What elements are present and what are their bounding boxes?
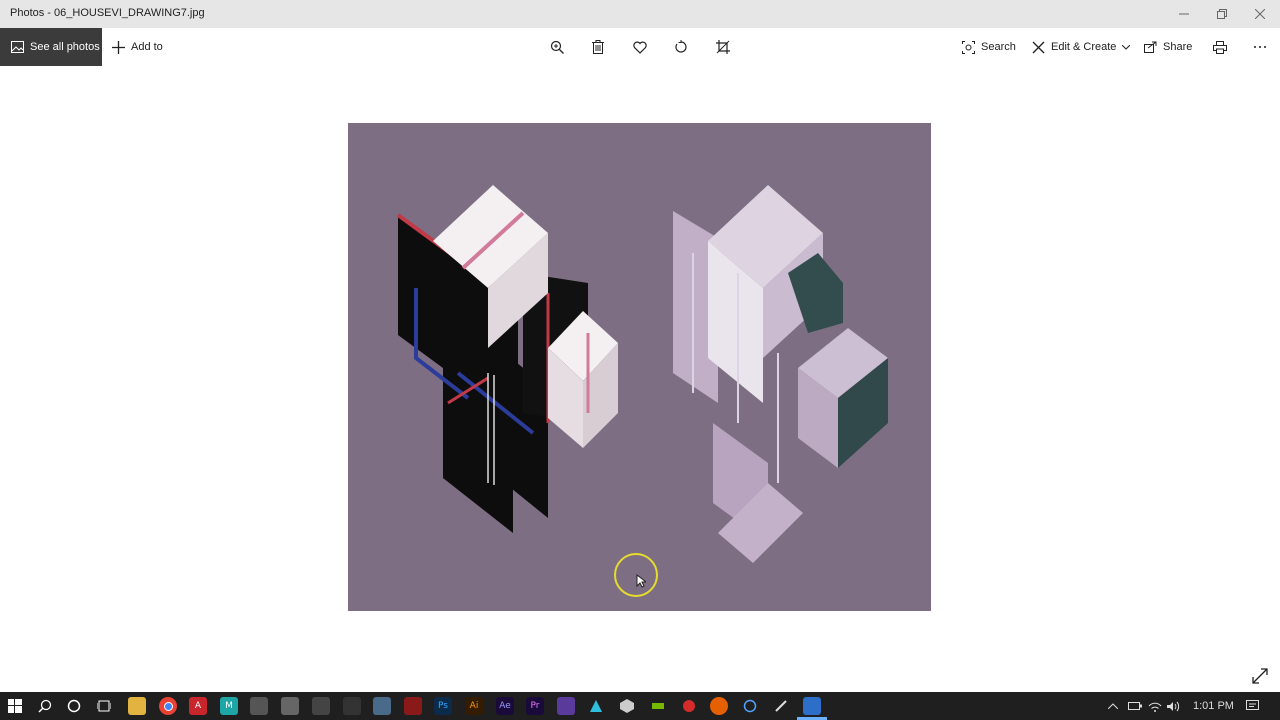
file-explorer-icon[interactable] bbox=[128, 697, 146, 715]
favorite-button[interactable] bbox=[630, 37, 650, 57]
print-button[interactable] bbox=[1210, 37, 1230, 57]
see-all-photos-label: See all photos bbox=[30, 41, 100, 53]
plus-icon bbox=[112, 40, 125, 54]
minimize-button[interactable] bbox=[1165, 0, 1203, 28]
illustrator-icon[interactable]: Ai bbox=[465, 697, 483, 715]
search-icon bbox=[962, 40, 975, 54]
heart-icon bbox=[633, 41, 647, 54]
add-to-button[interactable]: Add to bbox=[112, 28, 163, 66]
photoshop-icon[interactable]: Ps bbox=[434, 697, 452, 715]
photo-image[interactable] bbox=[348, 123, 931, 611]
wifi-icon[interactable] bbox=[1148, 692, 1162, 720]
chevron-down-icon bbox=[1122, 44, 1131, 50]
dark-axonometric-model bbox=[396, 185, 618, 533]
photos-icon bbox=[11, 41, 24, 53]
toolbar: See all photos Add to Search Edit & Crea… bbox=[0, 28, 1280, 66]
after-effects-icon[interactable]: Ae bbox=[496, 697, 514, 715]
acrobat-icon[interactable] bbox=[404, 697, 422, 715]
edit-icon bbox=[1032, 41, 1045, 53]
rotate-button[interactable] bbox=[671, 37, 691, 57]
app-icon[interactable] bbox=[281, 697, 299, 715]
search-icon[interactable] bbox=[36, 697, 54, 715]
crop-icon bbox=[716, 40, 730, 54]
search-button[interactable]: Search bbox=[962, 28, 1016, 66]
taskbar: A M Ps Ai Ae Pr 1:01 PM bbox=[0, 692, 1280, 720]
app-icon[interactable] bbox=[373, 697, 391, 715]
title-bar: Photos - 06_HOUSEVI_DRAWING7.jpg bbox=[0, 0, 1280, 28]
app-icon[interactable] bbox=[587, 697, 605, 715]
edit-create-button[interactable]: Edit & Create bbox=[1032, 28, 1131, 66]
crop-button[interactable] bbox=[713, 37, 733, 57]
more-button[interactable] bbox=[1250, 37, 1270, 57]
architectural-drawing bbox=[396, 185, 888, 563]
acrobat-icon[interactable]: A bbox=[189, 697, 207, 715]
zoom-button[interactable] bbox=[547, 37, 567, 57]
cortana-icon[interactable] bbox=[65, 697, 83, 715]
battery-icon[interactable] bbox=[1128, 692, 1142, 720]
share-label: Share bbox=[1163, 41, 1193, 53]
add-to-label: Add to bbox=[131, 41, 163, 53]
cursor-icon bbox=[636, 574, 646, 588]
task-view-icon[interactable] bbox=[95, 697, 113, 715]
chrome-icon[interactable] bbox=[159, 697, 177, 715]
print-icon bbox=[1213, 40, 1227, 54]
app-icon[interactable]: M bbox=[220, 697, 238, 715]
firefox-icon[interactable] bbox=[710, 697, 728, 715]
restore-button[interactable] bbox=[1203, 0, 1241, 28]
rotate-icon bbox=[675, 40, 687, 53]
fullscreen-button[interactable] bbox=[1250, 666, 1270, 686]
record-icon[interactable] bbox=[680, 697, 698, 715]
start-icon[interactable] bbox=[6, 697, 24, 715]
delete-button[interactable] bbox=[588, 37, 608, 57]
app-icon[interactable] bbox=[312, 697, 330, 715]
app-icon[interactable] bbox=[618, 697, 636, 715]
restore-icon bbox=[1217, 9, 1227, 19]
zoom-icon bbox=[550, 40, 564, 54]
app-icon[interactable] bbox=[557, 697, 575, 715]
app-icon[interactable] bbox=[649, 697, 667, 715]
light-axonometric-model bbox=[673, 185, 888, 563]
see-all-photos-button[interactable]: See all photos bbox=[0, 28, 102, 66]
more-icon bbox=[1254, 46, 1266, 48]
share-button[interactable]: Share bbox=[1144, 28, 1192, 66]
premiere-icon[interactable]: Pr bbox=[526, 697, 544, 715]
share-icon bbox=[1144, 41, 1157, 53]
delete-icon bbox=[592, 40, 604, 54]
clock[interactable]: 1:01 PM bbox=[1193, 692, 1234, 720]
photos-icon[interactable] bbox=[803, 697, 821, 715]
close-icon bbox=[1255, 9, 1265, 19]
chevron-up-icon[interactable] bbox=[1108, 692, 1118, 720]
volume-icon[interactable] bbox=[1167, 692, 1181, 720]
search-label: Search bbox=[981, 41, 1016, 53]
edit-create-label: Edit & Create bbox=[1051, 41, 1117, 53]
window-title: Photos - 06_HOUSEVI_DRAWING7.jpg bbox=[10, 7, 205, 19]
app-icon[interactable] bbox=[741, 697, 759, 715]
minimize-icon bbox=[1179, 13, 1189, 15]
app-icon[interactable] bbox=[343, 697, 361, 715]
app-icon[interactable] bbox=[250, 697, 268, 715]
close-button[interactable] bbox=[1241, 0, 1279, 28]
notification-icon[interactable] bbox=[1246, 692, 1259, 720]
app-icon[interactable] bbox=[772, 697, 790, 715]
